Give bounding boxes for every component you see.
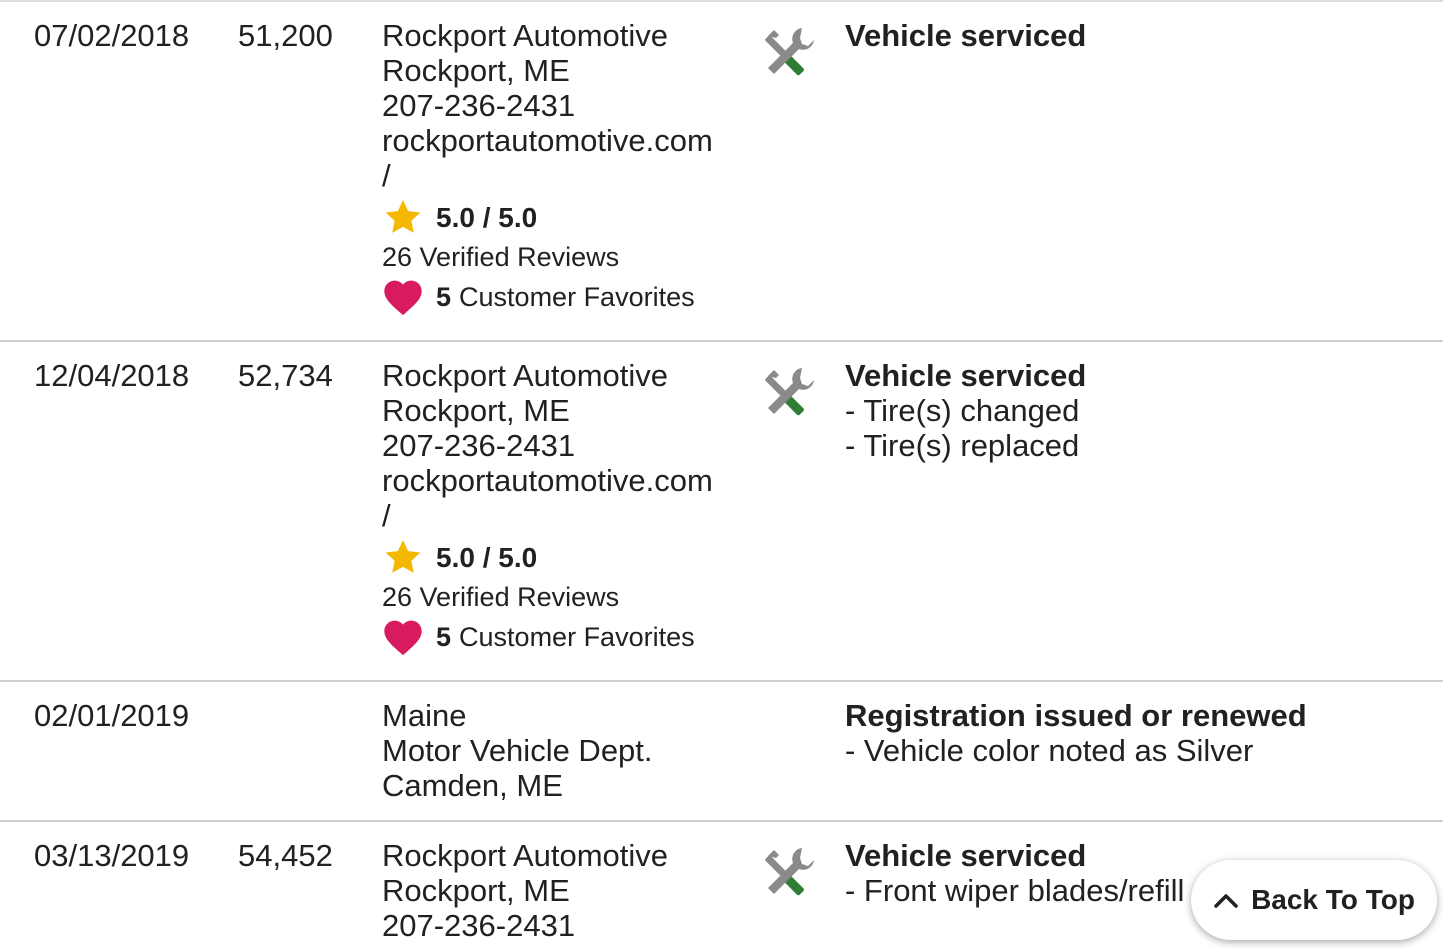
record-odometer: 54,452 (238, 838, 333, 873)
source-rating[interactable]: 5.0 / 5.0 (382, 535, 752, 579)
source-website[interactable]: rockportautomotive.com (382, 463, 752, 498)
source-phone[interactable]: 207-236-2431 (382, 908, 752, 943)
source-line: Maine (382, 698, 467, 733)
record-source: Rockport Automotive Rockport, ME 207-236… (382, 358, 752, 657)
source-phone[interactable]: 207-236-2431 (382, 428, 752, 463)
verified-reviews-link[interactable]: 26 Verified Reviews (382, 579, 752, 615)
heart-icon (382, 617, 426, 657)
source-website-tail[interactable]: / (382, 158, 752, 193)
detail-title: Registration issued or renewed (845, 698, 1307, 733)
record-date: 12/04/2018 (34, 358, 190, 393)
source-location: Rockport, ME (382, 53, 570, 88)
record-source: Rockport Automotive Rockport, ME 207-236… (382, 838, 752, 943)
favorites-label: Customer Favorites (459, 281, 695, 312)
source-name: Rockport Automotive (382, 358, 669, 393)
wrench-screwdriver-icon (762, 364, 822, 424)
source-line: Motor Vehicle Dept. (382, 733, 653, 768)
chevron-up-icon (1214, 894, 1238, 908)
record-source: Maine Motor Vehicle Dept. Camden, ME (382, 698, 752, 803)
customer-favorites: 5 Customer Favorites (382, 277, 752, 317)
record-details: Vehicle serviced - Tire(s) changed - Tir… (845, 358, 1405, 463)
source-phone[interactable]: 207-236-2431 (382, 88, 752, 123)
verified-reviews-link[interactable]: 26 Verified Reviews (382, 239, 752, 275)
back-to-top-label: Back To Top (1251, 884, 1415, 915)
rating-score: 5.0 / 5.0 (436, 201, 538, 233)
wrench-screwdriver-icon (762, 844, 822, 904)
source-line: Camden, ME (382, 768, 563, 803)
favorites-count: 5 (436, 281, 452, 312)
detail-title: Vehicle serviced (845, 358, 1087, 393)
detail-item: - Tire(s) changed (845, 393, 1080, 428)
source-location: Rockport, ME (382, 873, 570, 908)
star-icon (382, 195, 426, 239)
history-record: 02/01/2019 Maine Motor Vehicle Dept. Cam… (0, 680, 1443, 820)
record-date: 03/13/2019 (34, 838, 190, 873)
record-details: Registration issued or renewed - Vehicle… (845, 698, 1405, 768)
rating-score: 5.0 / 5.0 (436, 541, 538, 573)
history-record: 12/04/2018 52,734 Rockport Automotive Ro… (0, 340, 1443, 680)
record-date: 07/02/2018 (34, 18, 190, 53)
history-record: 07/02/2018 51,200 Rockport Automotive Ro… (0, 0, 1443, 340)
vehicle-history-list: 07/02/2018 51,200 Rockport Automotive Ro… (0, 0, 1443, 950)
wrench-screwdriver-icon (762, 24, 822, 84)
record-odometer: 51,200 (238, 18, 333, 53)
record-date: 02/01/2019 (34, 698, 190, 733)
source-name: Rockport Automotive (382, 838, 669, 873)
detail-item: - Vehicle color noted as Silver (845, 733, 1254, 768)
back-to-top-button[interactable]: Back To Top (1191, 860, 1437, 940)
heart-icon (382, 277, 426, 317)
favorites-label: Customer Favorites (459, 621, 695, 652)
record-odometer: 52,734 (238, 358, 333, 393)
record-source: Rockport Automotive Rockport, ME 207-236… (382, 18, 752, 317)
record-details: Vehicle serviced (845, 18, 1405, 53)
source-website-tail[interactable]: / (382, 498, 752, 533)
detail-item: - Tire(s) replaced (845, 428, 1080, 463)
star-icon (382, 535, 426, 579)
detail-title: Vehicle serviced (845, 18, 1087, 53)
source-website[interactable]: rockportautomotive.com (382, 123, 752, 158)
customer-favorites: 5 Customer Favorites (382, 617, 752, 657)
favorites-count: 5 (436, 621, 452, 652)
source-rating[interactable]: 5.0 / 5.0 (382, 195, 752, 239)
source-location: Rockport, ME (382, 393, 570, 428)
source-name: Rockport Automotive (382, 18, 669, 53)
